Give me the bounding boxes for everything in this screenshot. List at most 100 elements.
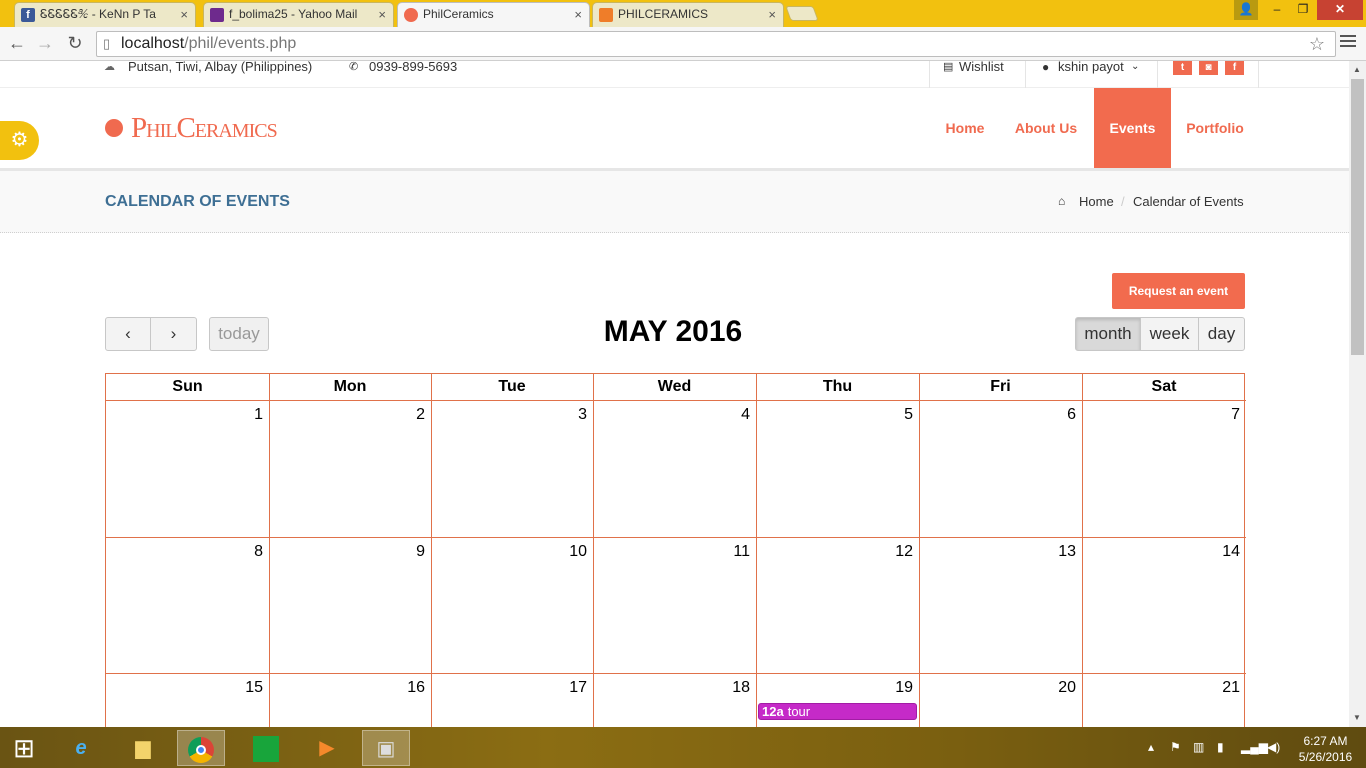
next-month-button[interactable]: › (150, 317, 197, 351)
chrome-menu-icon[interactable] (1340, 35, 1356, 51)
weekday-header-tue: Tue (498, 378, 526, 395)
internet-explorer-icon[interactable]: e (57, 730, 105, 766)
view-week-button[interactable]: week (1140, 317, 1199, 351)
day-cell[interactable]: 12 (756, 537, 919, 673)
weekday-header-wed: Wed (657, 378, 692, 395)
media-player-icon[interactable]: ▶ (303, 730, 351, 766)
nav-events[interactable]: Events (1094, 88, 1171, 168)
weekday-header-sat: Sat (1151, 378, 1177, 395)
volume-icon[interactable]: ◀) (1267, 740, 1280, 754)
device-icon[interactable]: ▥ (1193, 740, 1204, 754)
minimize-button[interactable]: ‒ (1264, 0, 1290, 20)
restore-button[interactable]: ❐ (1290, 0, 1316, 20)
day-number: 11 (733, 543, 750, 560)
day-number: 19 (895, 679, 913, 696)
instagram-icon[interactable]: ◙ (1199, 61, 1218, 75)
day-cell[interactable]: 1 (106, 400, 269, 537)
browser-tab-phpmyadmin[interactable]: PHILCERAMICS × (592, 2, 784, 27)
view-month-button[interactable]: month (1075, 317, 1141, 351)
day-cell[interactable]: 20 (919, 673, 1082, 727)
day-cell[interactable]: 5 (756, 400, 919, 537)
day-cell[interactable]: 4 (593, 400, 756, 537)
xampp-favicon-icon (599, 8, 613, 22)
page-viewport: ☁ Putsan, Tiwi, Albay (Philippines) ✆ 09… (0, 61, 1349, 727)
nav-home[interactable]: Home (936, 88, 994, 168)
action-center-flag-icon[interactable]: ⚑ (1170, 740, 1181, 754)
philceramics-favicon-icon (404, 8, 418, 22)
calendar-event[interactable]: 12a tour (758, 703, 917, 720)
app-window-icon[interactable]: ▣ (362, 730, 410, 766)
breadcrumb-home[interactable]: Home (1079, 194, 1114, 209)
browser-tab-facebook[interactable]: f ᏋᏋᏋᏋᏋ℀ - KeNn P Ta × (14, 2, 196, 27)
page-scrollbar[interactable]: ▲ ▼ (1349, 61, 1366, 727)
today-button[interactable]: today (209, 317, 269, 351)
tray-expand-icon[interactable]: ▴ (1148, 740, 1154, 754)
scroll-down-arrow-icon[interactable]: ▼ (1353, 713, 1361, 722)
window-close-button[interactable]: ✕ (1317, 0, 1363, 20)
nav-portfolio[interactable]: Portfolio (1180, 88, 1250, 168)
day-cell[interactable]: 18 (593, 673, 756, 727)
chevron-down-icon[interactable]: ⌄ (1131, 61, 1139, 73)
day-cell[interactable]: 19 12a tour (756, 673, 919, 727)
day-cell[interactable]: 9 (269, 537, 431, 673)
phone-icon: ✆ (349, 61, 359, 73)
network-signal-icon[interactable]: ▂▄▆ (1241, 740, 1268, 754)
tab-strip: f ᏋᏋᏋᏋᏋ℀ - KeNn P Ta × f_bolima25 - Yaho… (0, 0, 1366, 27)
bookmark-star-icon[interactable]: ☆ (1309, 32, 1325, 56)
view-day-button[interactable]: day (1198, 317, 1245, 351)
mail-favicon-icon (210, 8, 224, 22)
battery-icon[interactable]: ▮ (1217, 740, 1224, 754)
day-cell[interactable]: 6 (919, 400, 1082, 537)
day-cell[interactable]: 11 (593, 537, 756, 673)
settings-gear-icon[interactable]: ⚙ (0, 121, 39, 160)
chrome-icon[interactable] (177, 730, 225, 766)
system-clock[interactable]: 6:27 AM 5/26/2016 (1293, 733, 1358, 765)
day-cell[interactable]: 15 (106, 673, 269, 727)
day-number: 7 (1231, 406, 1240, 423)
url-host: localhost (121, 35, 185, 52)
browser-tab-yahoo-mail[interactable]: f_bolima25 - Yahoo Mail × (203, 2, 394, 27)
user-icon: ● (1042, 61, 1050, 74)
day-cell[interactable]: 10 (431, 537, 593, 673)
new-tab-button[interactable] (785, 6, 819, 21)
calendar-grid: Sun Mon Tue Wed Thu Fri Sat 1 2 3 4 5 6 7 8 9 10 11 12 13 14… (105, 373, 1246, 727)
reload-icon[interactable]: ↻ (63, 31, 87, 55)
scroll-up-arrow-icon[interactable]: ▲ (1353, 65, 1361, 74)
tab-close-icon[interactable]: × (768, 3, 776, 26)
nav-about-us[interactable]: About Us (1004, 88, 1088, 168)
day-cell[interactable]: 16 (269, 673, 431, 727)
day-cell[interactable]: 13 (919, 537, 1082, 673)
day-cell[interactable]: 7 (1082, 400, 1246, 537)
windows-start-icon[interactable]: ⊞ (0, 730, 48, 766)
weekday-header-sun: Sun (172, 378, 203, 395)
back-arrow-icon[interactable]: ← (5, 31, 29, 55)
day-cell[interactable]: 17 (431, 673, 593, 727)
address-bar[interactable]: ▯ localhost/phil/events.php ☆ (96, 31, 1336, 57)
day-cell[interactable]: 14 (1082, 537, 1246, 673)
tab-close-icon[interactable]: × (378, 3, 386, 26)
site-header: PhilCeramics Home About Us Events Portfo… (0, 88, 1349, 171)
tab-label: PHILCERAMICS (618, 7, 709, 21)
day-cell[interactable]: 8 (106, 537, 269, 673)
scrollbar-thumb[interactable] (1351, 79, 1364, 355)
file-explorer-icon[interactable]: ▆ (119, 730, 167, 766)
wishlist-link[interactable]: Wishlist (959, 61, 1004, 73)
site-logo[interactable]: PhilCeramics (131, 112, 278, 145)
clock-time: 6:27 AM (1303, 734, 1348, 748)
browser-tab-philceramics[interactable]: PhilCeramics × (397, 2, 590, 27)
tab-label: ᏋᏋᏋᏋᏋ℀ - KeNn P Ta (40, 7, 156, 21)
day-cell[interactable]: 2 (269, 400, 431, 537)
store-icon[interactable] (242, 730, 290, 766)
request-event-button[interactable]: Request an event (1112, 273, 1245, 309)
profile-icon[interactable]: 👤 (1234, 0, 1258, 20)
tab-close-icon[interactable]: × (180, 3, 188, 26)
twitter-icon[interactable]: t (1173, 61, 1192, 75)
forward-arrow-icon[interactable]: → (33, 31, 57, 55)
facebook-icon[interactable]: f (1225, 61, 1244, 75)
user-menu[interactable]: kshin payot (1058, 61, 1124, 73)
tab-close-icon[interactable]: × (574, 3, 582, 26)
day-number: 17 (569, 679, 587, 696)
day-cell[interactable]: 3 (431, 400, 593, 537)
prev-month-button[interactable]: ‹ (105, 317, 151, 351)
day-cell[interactable]: 21 (1082, 673, 1246, 727)
